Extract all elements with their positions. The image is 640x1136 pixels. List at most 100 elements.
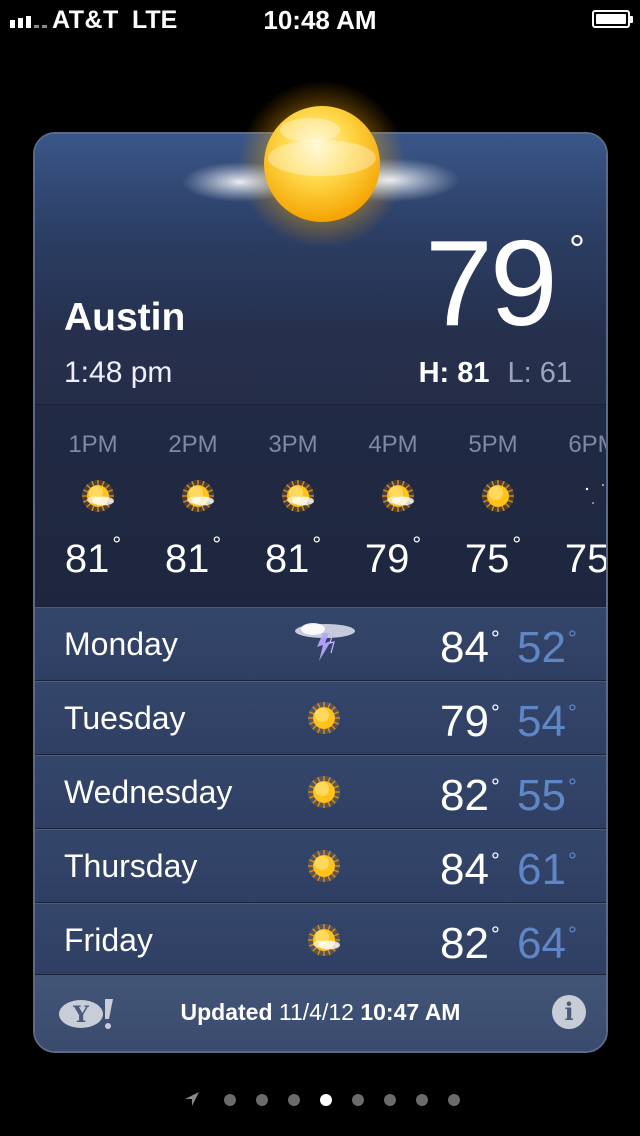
day-high: 84° bbox=[440, 845, 500, 895]
hourly-item: 3PM 81 ° bbox=[243, 405, 343, 606]
partly-sunny-icon bbox=[181, 479, 215, 513]
sun-icon bbox=[481, 479, 515, 513]
day-high-value: 84 bbox=[440, 623, 489, 672]
hour-temp-value: 81 bbox=[164, 537, 210, 581]
hourly-item: 1PM 81 ° bbox=[43, 405, 143, 606]
sun-icon bbox=[307, 775, 341, 809]
current-degree-symbol: ° bbox=[569, 228, 585, 272]
day-high-value: 84 bbox=[440, 845, 489, 894]
partly-sunny-icon bbox=[281, 479, 315, 513]
hour-temperature: 79 ° bbox=[343, 532, 443, 582]
degree-symbol: ° bbox=[490, 922, 500, 947]
day-name: Tuesday bbox=[64, 700, 186, 736]
day-name: Monday bbox=[64, 626, 178, 662]
degree-symbol: ° bbox=[412, 531, 422, 557]
hourly-item: 5PM 75 ° bbox=[443, 405, 543, 606]
info-button[interactable]: i bbox=[552, 995, 586, 1029]
day-high: 82° bbox=[440, 919, 500, 969]
degree-symbol: ° bbox=[512, 531, 522, 557]
hour-temperature: 75° bbox=[543, 537, 606, 582]
degree-symbol: ° bbox=[567, 774, 577, 799]
daily-row: Monday 84° 52° bbox=[35, 606, 606, 680]
day-name: Friday bbox=[64, 922, 153, 958]
degree-symbol: ° bbox=[567, 700, 577, 725]
hour-temp-value: 75 bbox=[564, 537, 606, 581]
hour-label: 5PM bbox=[468, 431, 518, 458]
page-dot[interactable] bbox=[448, 1094, 460, 1106]
hour-temperature: 81 ° bbox=[243, 532, 343, 582]
hour-temperature: 81 ° bbox=[143, 532, 243, 582]
hourly-item: 4PM 79 ° bbox=[343, 405, 443, 606]
hour-label: 4PM bbox=[368, 431, 418, 458]
day-high: 84° bbox=[440, 623, 500, 673]
page-dot[interactable] bbox=[288, 1094, 300, 1106]
degree-symbol: ° bbox=[490, 626, 500, 651]
page-dot[interactable] bbox=[384, 1094, 396, 1106]
hourly-forecast[interactable]: 1PM 81°2PM 81°3PM 81°4PM 79°5PM bbox=[35, 404, 606, 606]
daily-row: Wednesday 82° 55° bbox=[35, 754, 606, 828]
day-low-value: 64 bbox=[517, 919, 566, 968]
day-low-value: 61 bbox=[517, 845, 566, 894]
partly-sunny-icon bbox=[307, 923, 341, 957]
hour-label: 1PM bbox=[68, 431, 118, 458]
day-high: 82° bbox=[440, 771, 500, 821]
card-footer: Y Updated 11/4/12 10:47 AM i bbox=[35, 974, 606, 1051]
partly-sunny-icon bbox=[81, 479, 115, 513]
day-name: Wednesday bbox=[64, 774, 233, 810]
page-indicator[interactable] bbox=[0, 1088, 640, 1112]
current-location-icon bbox=[185, 1092, 199, 1106]
day-high-value: 82 bbox=[440, 919, 489, 968]
day-low-value: 54 bbox=[517, 697, 566, 746]
local-time: 1:48 pm bbox=[64, 356, 173, 389]
day-name: Thursday bbox=[64, 848, 198, 884]
hourly-item: 6PM 75° bbox=[543, 405, 606, 606]
hour-label: 2PM bbox=[168, 431, 218, 458]
page-dot[interactable] bbox=[352, 1094, 364, 1106]
status-bar: AT&T LTE 10:48 AM bbox=[0, 0, 640, 40]
degree-symbol: ° bbox=[112, 531, 122, 557]
day-low: 54° bbox=[517, 697, 577, 747]
daily-forecast: Monday 84° 52° Tuesday 79° 54° Wednesday 8… bbox=[35, 606, 606, 976]
day-low: 55° bbox=[517, 771, 577, 821]
hour-label: 3PM bbox=[268, 431, 318, 458]
hour-temp-value: 81 bbox=[264, 537, 310, 581]
hour-temperature: 75° bbox=[443, 532, 543, 582]
degree-symbol: ° bbox=[490, 700, 500, 725]
daily-row: Tuesday 79° 54° bbox=[35, 680, 606, 754]
hour-temp-value: 75 bbox=[464, 537, 510, 581]
page-dot[interactable] bbox=[256, 1094, 268, 1106]
last-updated: Updated 11/4/12 10:47 AM bbox=[35, 999, 606, 1026]
degree-symbol: ° bbox=[490, 774, 500, 799]
hour-temp-value: 81 bbox=[64, 537, 110, 581]
sun-icon bbox=[307, 701, 341, 735]
day-high-value: 79 bbox=[440, 697, 489, 746]
degree-symbol: ° bbox=[567, 922, 577, 947]
day-low: 64° bbox=[517, 919, 577, 969]
updated-label: Updated bbox=[180, 999, 273, 1025]
weather-card[interactable]: Austin 1:48 pm 79 ° H: 81 L: 61 1PM 81 ° 2P… bbox=[33, 132, 608, 1053]
hour-temperature: 81 ° bbox=[43, 532, 143, 582]
day-low-value: 55 bbox=[517, 771, 566, 820]
page-dot[interactable] bbox=[416, 1094, 428, 1106]
low-temperature: L: 61 bbox=[507, 357, 573, 389]
city-name: Austin bbox=[64, 296, 186, 339]
page-dot[interactable] bbox=[224, 1094, 236, 1106]
hourly-item: 2PM 81 ° bbox=[143, 405, 243, 606]
partly-sunny-icon bbox=[381, 479, 415, 513]
high-low: H: 81 L: 61 bbox=[419, 357, 572, 390]
thunderstorm-icon bbox=[293, 619, 355, 661]
page-dot[interactable] bbox=[320, 1094, 332, 1106]
degree-symbol: ° bbox=[567, 848, 577, 873]
day-low-value: 52 bbox=[517, 623, 566, 672]
degree-symbol: ° bbox=[490, 848, 500, 873]
hour-temp-value: 79 bbox=[364, 537, 410, 581]
daily-row: Thursday 84° 61° bbox=[35, 828, 606, 902]
daily-row: Friday 82° 64° bbox=[35, 902, 606, 976]
day-low: 61° bbox=[517, 845, 577, 895]
day-high-value: 82 bbox=[440, 771, 489, 820]
partly-sunny-hero-icon bbox=[182, 80, 460, 248]
degree-symbol: ° bbox=[567, 626, 577, 651]
battery-icon bbox=[592, 10, 633, 28]
high-temperature: H: 81 bbox=[418, 357, 490, 389]
status-clock: 10:48 AM bbox=[263, 5, 377, 35]
